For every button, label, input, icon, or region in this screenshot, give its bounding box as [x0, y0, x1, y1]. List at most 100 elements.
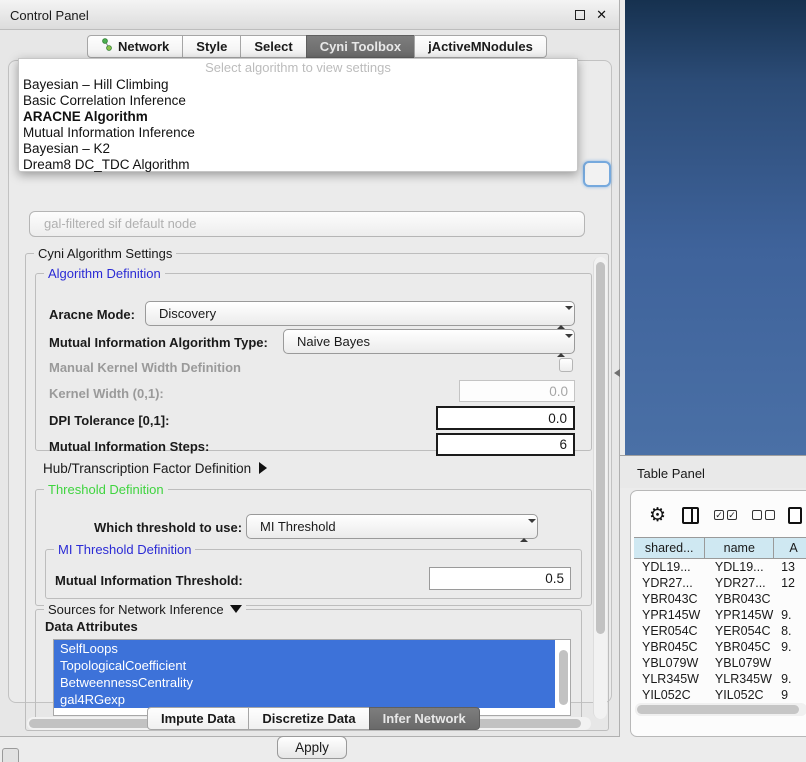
list-scrollbar-thumb[interactable]	[559, 650, 568, 705]
spinner-arrows-icon	[557, 306, 565, 329]
table-row[interactable]: YDR27...YDR27...12	[634, 575, 806, 591]
attribute-item-betweennesscentrality[interactable]: BetweennessCentrality	[54, 674, 555, 691]
tab-select[interactable]: Select	[240, 35, 306, 58]
data-attributes-label: Data Attributes	[45, 619, 138, 634]
aracne-mode-label: Aracne Mode:	[49, 307, 135, 322]
tab-network[interactable]: Network	[87, 35, 183, 58]
network-tab-icon	[101, 36, 113, 58]
algorithm-option-dream8-dc-tdc-algorithm[interactable]: Dream8 DC_TDC Algorithm	[19, 157, 577, 173]
column-header-shared[interactable]: shared...	[634, 537, 705, 559]
table-row[interactable]: YLR345WYLR345W9.	[634, 671, 806, 687]
float-window-icon[interactable]	[575, 10, 585, 20]
table-toolbar: ⚙ ✓ ✓	[631, 499, 806, 531]
minimized-panel-icon[interactable]	[2, 748, 19, 762]
table-cell	[777, 655, 806, 671]
table-cell: 9.	[777, 607, 806, 623]
settings-vertical-scrollbar-thumb[interactable]	[596, 262, 605, 634]
kernel-width-label: Kernel Width (0,1):	[49, 386, 164, 401]
table-row[interactable]: YPR145WYPR145W9.	[634, 607, 806, 623]
deselect-all-checkboxes-icon[interactable]	[752, 510, 775, 520]
columns-icon[interactable]	[682, 507, 699, 524]
close-icon[interactable]: ✕	[596, 7, 607, 23]
algorithm-option-bayesian-k2[interactable]: Bayesian – K2	[19, 141, 577, 157]
table-header-row: shared...nameA	[634, 537, 806, 559]
table-panel-card: ⚙ ✓ ✓ shared...nameA YDL19...YDL19...13Y…	[630, 490, 806, 737]
table-row[interactable]: YBR045CYBR045C9.	[634, 639, 806, 655]
apply-button[interactable]: Apply	[277, 736, 347, 759]
splitter-collapse-arrow[interactable]	[614, 369, 620, 377]
aracne-mode-value: Discovery	[159, 306, 216, 321]
mi-threshold-field[interactable]: 0.5	[429, 567, 571, 590]
table-row[interactable]: YBR043CYBR043C	[634, 591, 806, 607]
table-cell: YBR043C	[707, 591, 777, 607]
mi-algorithm-type-select[interactable]: Naive Bayes	[283, 329, 575, 354]
network-source-combo[interactable]: gal-filtered sif default node	[29, 211, 585, 237]
tab-label: Network	[118, 36, 169, 58]
table-horizontal-scrollbar[interactable]	[635, 703, 806, 716]
tab-style[interactable]: Style	[182, 35, 241, 58]
column-header-name[interactable]: name	[704, 537, 774, 559]
algorithm-option-basic-correlation-inference[interactable]: Basic Correlation Inference	[19, 93, 577, 109]
tab-discretize-data[interactable]: Discretize Data	[248, 707, 369, 730]
algorithm-option-aracne-algorithm[interactable]: ARACNE Algorithm	[19, 109, 577, 125]
table-cell: 12	[777, 575, 806, 591]
table-row[interactable]: YBL079WYBL079W	[634, 655, 806, 671]
table-cell: YDR27...	[707, 575, 777, 591]
algorithm-combo-fragment[interactable]	[583, 161, 611, 187]
table-row[interactable]: YDL19...YDL19...13	[634, 559, 806, 575]
algorithm-option-bayesian-hill-climbing[interactable]: Bayesian – Hill Climbing	[19, 77, 577, 93]
table-cell: YBR043C	[634, 591, 707, 607]
collapse-arrow-icon	[230, 605, 242, 613]
top-tab-strip: Network Style Select Cyni Toolbox jActiveMNo…	[88, 35, 547, 58]
control-panel-window: Control Panel ✕ NetworkStyleSelectCyni T…	[0, 0, 620, 737]
checked-box-icon: ✓	[714, 510, 724, 520]
table-panel-bar: Table Panel	[620, 455, 806, 488]
bottom-tab-strip: Impute Data Discretize Data Infer Network	[148, 707, 480, 730]
tab-label: Style	[196, 36, 227, 58]
tab-cyni-toolbox[interactable]: Cyni Toolbox	[306, 35, 415, 58]
tab-label: Cyni Toolbox	[320, 36, 401, 58]
hub-definition-label: Hub/Transcription Factor Definition	[43, 461, 251, 476]
mi-steps-field[interactable]: 6	[436, 433, 575, 456]
hub-definition-toggle[interactable]: Hub/Transcription Factor Definition	[43, 461, 267, 476]
file-icon[interactable]	[788, 507, 802, 524]
tab-impute-data[interactable]: Impute Data	[147, 707, 249, 730]
data-attributes-list[interactable]: SelfLoopsTopologicalCoefficientBetweenne…	[53, 639, 571, 716]
expand-arrow-icon	[259, 462, 267, 474]
gear-icon[interactable]: ⚙	[649, 506, 666, 525]
table-row[interactable]: YIL052CYIL052C9	[634, 687, 806, 699]
tab-label: Discretize Data	[262, 708, 355, 730]
table-cell: YLR345W	[707, 671, 777, 687]
attribute-item-selfloops[interactable]: SelfLoops	[54, 640, 555, 657]
table-row[interactable]: YER054CYER054C8.	[634, 623, 806, 639]
unchecked-box-icon	[752, 510, 762, 520]
manual-kernel-width-checkbox[interactable]	[559, 358, 573, 372]
algorithm-placeholder: Select algorithm to view settings	[19, 59, 577, 77]
tab-infer-network[interactable]: Infer Network	[369, 707, 480, 730]
table-cell: 13	[777, 559, 806, 575]
table-cell: YBL079W	[707, 655, 777, 671]
dpi-tolerance-field[interactable]: 0.0	[436, 406, 575, 430]
attribute-item-topologicalcoefficient[interactable]: TopologicalCoefficient	[54, 657, 555, 674]
attribute-item-gal4rgexp[interactable]: gal4RGexp	[54, 691, 555, 708]
table-body: YDL19...YDL19...13YDR27...YDR27...12YBR0…	[634, 559, 806, 699]
settings-vertical-scrollbar[interactable]	[593, 257, 607, 719]
table-cell: YBR045C	[634, 639, 707, 655]
tab-jactivemnodules[interactable]: jActiveMNodules	[414, 35, 547, 58]
aracne-mode-select[interactable]: Discovery	[145, 301, 575, 326]
column-header-a[interactable]: A	[773, 537, 806, 559]
node-table: shared...nameA YDL19...YDL19...13YDR27..…	[634, 537, 806, 699]
unchecked-box-icon	[765, 510, 775, 520]
which-threshold-select[interactable]: MI Threshold	[246, 514, 538, 539]
table-cell: 8.	[777, 623, 806, 639]
table-cell: YER054C	[634, 623, 707, 639]
table-horizontal-scrollbar-thumb[interactable]	[637, 705, 799, 714]
algorithm-option-mutual-information-inference[interactable]: Mutual Information Inference	[19, 125, 577, 141]
table-cell: 9.	[777, 671, 806, 687]
kernel-width-field[interactable]: 0.0	[459, 380, 575, 402]
sources-title[interactable]: Sources for Network Inference	[44, 602, 246, 617]
mi-threshold-definition-title: MI Threshold Definition	[54, 542, 195, 557]
table-cell: 9	[777, 687, 806, 699]
select-all-checkboxes-icon[interactable]: ✓ ✓	[714, 510, 737, 520]
which-threshold-label: Which threshold to use:	[94, 520, 242, 535]
